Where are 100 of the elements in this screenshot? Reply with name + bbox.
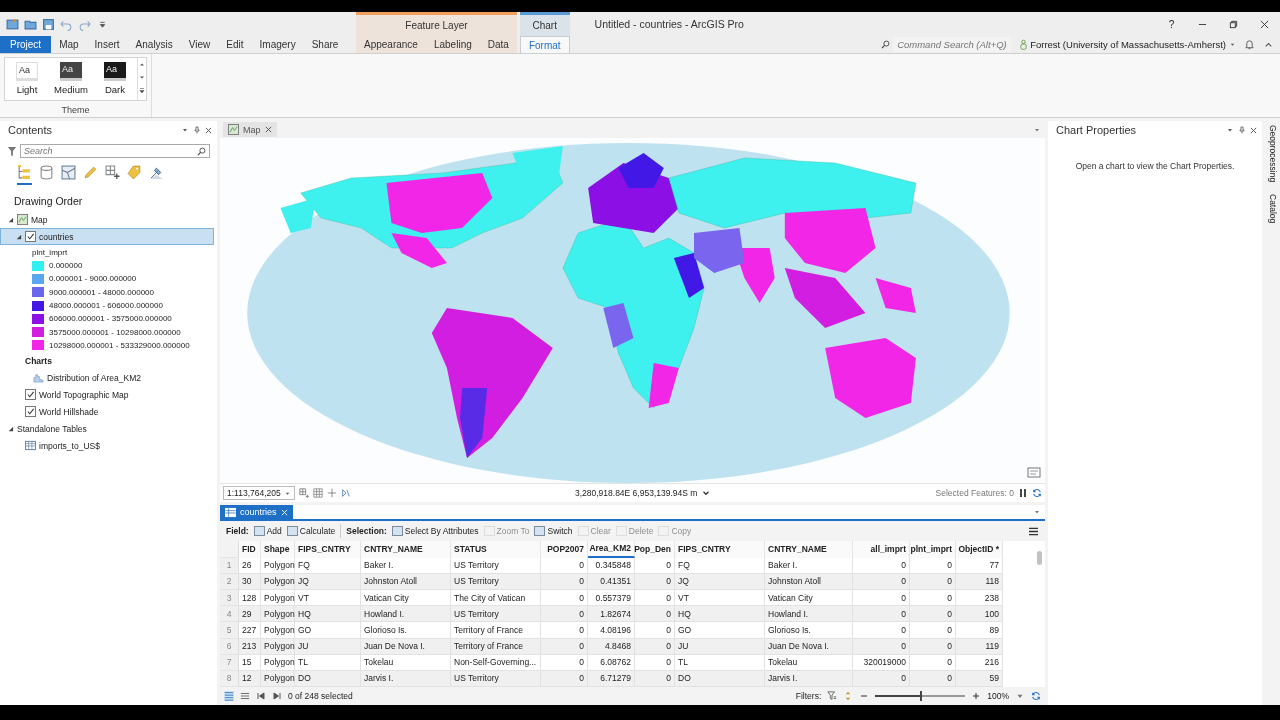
tree-item[interactable]: imports_to_US$ [0,437,214,455]
contextual-group-title: Chart [532,20,557,31]
toolbar-button[interactable]: Switch [534,526,573,536]
tree-item[interactable]: Charts [0,352,214,370]
table-cell: GO [675,622,765,639]
ribbon-tab[interactable]: Project [0,36,52,53]
theme-option[interactable]: Aa Light [5,58,49,100]
document-tab[interactable]: Map [223,122,277,137]
filter-icon[interactable] [827,691,838,701]
zoom-in-icon[interactable] [971,691,982,701]
notification-bell-icon[interactable] [1244,39,1255,50]
toolbar-button[interactable]: Select By Attributes [391,526,479,536]
column-header[interactable]: Shape [261,541,295,558]
first-record-icon[interactable] [256,691,266,701]
ribbon-tab[interactable]: Insert [86,36,128,53]
ribbon-tab[interactable]: View [180,36,219,53]
column-header[interactable]: STATUS [451,541,541,558]
theme-option[interactable]: Aa Dark [93,58,137,100]
last-record-icon[interactable] [272,691,282,701]
filter-icon[interactable] [7,145,17,157]
checkbox[interactable] [25,389,36,401]
ribbon-tab[interactable]: Share [303,36,347,53]
tree-item[interactable]: countries [0,228,214,245]
column-header[interactable]: Pop_Den [635,541,675,558]
table-cell: Howland I. [361,606,451,623]
new-project-icon[interactable] [6,17,19,31]
caret-icon[interactable] [1226,126,1234,134]
table-cell: 29 [239,606,261,623]
save-icon[interactable] [42,17,55,31]
column-header[interactable]: plnt_imprt [910,541,956,558]
view-tab-label: Map [243,124,261,135]
table-cell: 77 [956,557,1003,574]
theme-swatch: Aa [104,62,126,81]
scale-dropdown[interactable]: 1:113,764,205 [223,486,295,500]
pause-icon[interactable] [1018,488,1028,498]
ribbon-tab[interactable]: Format [519,36,570,53]
table-cell: 0 [635,606,675,623]
database-icon[interactable] [39,165,54,183]
legend-label: 3575000.000001 - 10298000.000000 [49,327,181,337]
column-header[interactable]: all_imprt [853,541,910,558]
pin-icon[interactable] [193,126,201,134]
column-header[interactable]: Area_KM2 [588,541,635,558]
ribbon-tab[interactable]: Data [479,36,517,53]
map-icon [228,124,239,135]
add-grid-icon[interactable] [298,488,309,498]
refresh-icon[interactable] [1032,488,1042,498]
checkbox[interactable] [25,406,36,418]
column-header[interactable]: CNTRY_NAME [361,541,451,558]
help-button[interactable]: ? [1156,13,1187,35]
column-header[interactable]: CNTRY_NAME [765,541,853,558]
tree-item[interactable]: Map [0,211,214,228]
column-header[interactable]: FID [239,541,261,558]
caret-icon[interactable] [181,126,189,134]
toolbar-button[interactable]: Calculate [286,526,336,536]
close-icon[interactable] [205,126,212,134]
search-icon[interactable] [881,40,891,49]
menu-icon[interactable] [1028,526,1039,536]
toolbar-button[interactable]: Add [253,526,282,536]
ribbon-tab[interactable]: Imagery [251,36,304,53]
ribbon-tab[interactable]: Analysis [127,36,181,53]
close-icon[interactable] [1250,126,1257,134]
tree-item[interactable]: Distribution of Area_KM2 [0,369,214,387]
table-cell: 0 [853,606,910,623]
command-search-field[interactable]: Command Search (Alt+Q) [893,37,1012,52]
search-field[interactable]: Search [20,144,210,158]
zoom-level-dropdown[interactable]: 100% [987,691,1009,701]
legend-label: 0.000000 [49,261,83,271]
expander-icon[interactable] [7,425,14,433]
pin-icon[interactable] [1238,126,1246,134]
side-tab[interactable]: Catalog [1265,192,1280,226]
crosshair-icon[interactable] [326,488,337,498]
close-icon [1260,19,1269,29]
table-view-tab[interactable]: countries [220,505,293,519]
tree-item[interactable]: World Hillshade [0,403,214,421]
ribbon-tab[interactable]: Map [51,36,87,53]
refresh-icon[interactable] [1031,691,1041,701]
table-cell: Polygon [261,606,295,623]
column-header[interactable]: ObjectID * [956,541,1003,558]
tree-item[interactable]: World Topographic Map [0,386,214,404]
side-tab[interactable]: Geoprocessing [1265,123,1280,185]
grid-icon[interactable] [312,488,323,498]
checkbox[interactable] [25,231,36,242]
expander-icon[interactable] [7,216,14,223]
table-cell: HQ [675,606,765,623]
list-view-icon[interactable] [224,691,234,701]
theme-option[interactable]: Aa Medium [49,58,93,100]
list-view-icon[interactable] [240,691,250,701]
column-header[interactable]: POP2007 [541,541,588,558]
column-header[interactable]: FIPS_CNTRY [675,541,765,558]
drawing-order-icon[interactable] [17,165,32,185]
close-icon[interactable] [264,126,272,133]
ribbon-tab[interactable]: Labeling [425,36,480,53]
column-header[interactable]: FIPS_CNTRY [295,541,361,558]
tree-item[interactable]: Standalone Tables [0,420,214,438]
table-cell: Non-Self-Governing... [451,654,541,671]
expander-icon[interactable] [15,233,22,240]
user-menu[interactable]: Forrest (University of Massachusetts-Amherst) [1030,39,1226,50]
ribbon-tab[interactable]: Appearance [356,36,426,53]
ribbon-tab[interactable]: Edit [218,36,252,53]
map-sheet-icon[interactable] [61,165,76,183]
